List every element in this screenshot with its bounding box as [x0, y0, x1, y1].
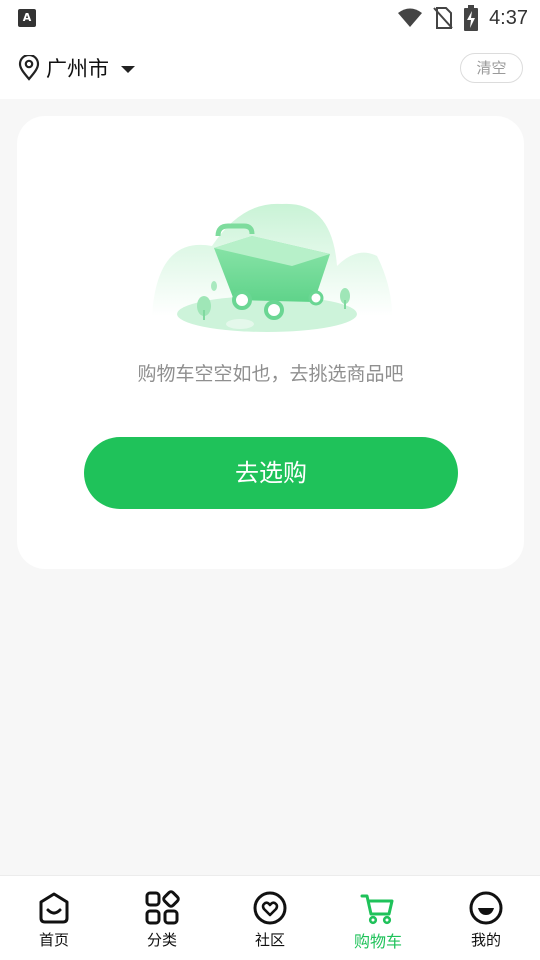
- tab-profile[interactable]: 我的: [432, 876, 540, 960]
- status-icons: 4:37: [397, 4, 528, 32]
- empty-cart-message: 购物车空空如也，去挑选商品吧: [137, 363, 404, 385]
- status-bar: A 4:37: [0, 0, 540, 36]
- tab-profile-label: 我的: [470, 931, 501, 949]
- community-heart-icon: [253, 891, 287, 925]
- tab-community[interactable]: 社区: [216, 876, 324, 960]
- tab-community-label: 社区: [254, 931, 285, 949]
- wifi-icon: [398, 8, 423, 27]
- empty-cart-card: 购物车空空如也，去挑选商品吧 去选购: [17, 116, 524, 569]
- cart-icon: [360, 894, 394, 925]
- tab-cart-label: 购物车: [353, 932, 402, 951]
- tab-category-label: 分类: [146, 931, 177, 949]
- category-grid-icon: [145, 890, 180, 925]
- status-time: 4:37: [489, 6, 528, 29]
- home-face-icon: [39, 892, 69, 924]
- location-pin-icon: [18, 55, 40, 81]
- city-name: 广州市: [46, 57, 109, 81]
- location-selector[interactable]: 广州市: [18, 53, 135, 83]
- tab-home[interactable]: 首页: [0, 876, 108, 960]
- clear-cart-button[interactable]: 清空: [460, 53, 523, 83]
- header: 广州市 清空: [0, 36, 540, 99]
- bottom-tab-bar: 首页 分类 社区 购物车 我的: [0, 875, 540, 960]
- keyboard-notification-icon: A: [18, 9, 36, 27]
- tab-home-label: 首页: [38, 931, 69, 949]
- profile-face-icon: [469, 891, 503, 925]
- no-sim-icon: [433, 7, 453, 29]
- battery-charging-icon: [464, 5, 479, 31]
- empty-cart-illustration: [152, 203, 392, 332]
- tab-cart[interactable]: 购物车: [324, 876, 432, 960]
- chevron-down-icon: [121, 65, 135, 73]
- tab-category[interactable]: 分类: [108, 876, 216, 960]
- go-shopping-button[interactable]: 去选购: [84, 437, 458, 509]
